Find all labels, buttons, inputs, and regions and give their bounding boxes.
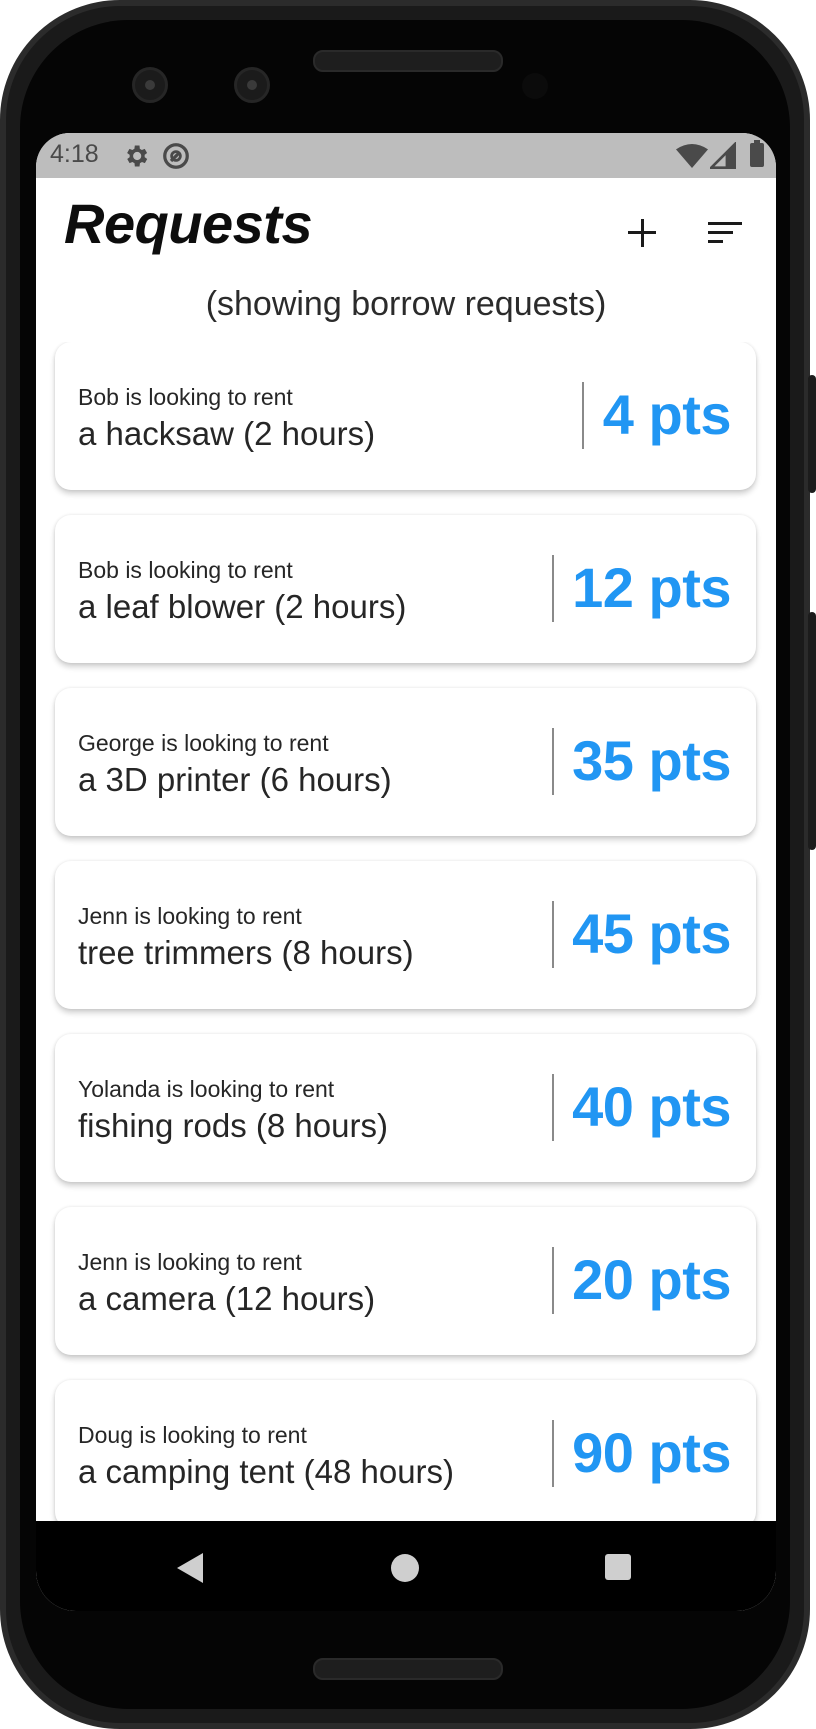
sort-icon-line xyxy=(708,240,723,243)
card-divider xyxy=(582,382,584,449)
request-card[interactable]: Jenn is looking to rent tree trimmers (8 … xyxy=(55,861,756,1009)
request-card[interactable]: Jenn is looking to rent a camera (12 hour… xyxy=(55,1207,756,1355)
card-divider xyxy=(552,1074,554,1141)
nav-recent-apps-icon[interactable] xyxy=(605,1554,631,1580)
add-request-button[interactable] xyxy=(620,211,664,255)
request-card[interactable]: Bob is looking to rent a hacksaw (2 hours… xyxy=(55,342,756,490)
card-divider xyxy=(552,555,554,622)
front-camera-icon xyxy=(132,67,168,103)
request-points: 20 pts xyxy=(572,1248,731,1311)
settings-gear-icon xyxy=(122,139,150,177)
request-card[interactable]: George is looking to rent a 3D printer (6… xyxy=(55,688,756,836)
request-item: a 3D printer (6 hours) xyxy=(78,761,392,798)
request-item: a camping tent (48 hours) xyxy=(78,1453,455,1490)
request-item: fishing rods (8 hours) xyxy=(78,1107,388,1144)
cell-signal-icon xyxy=(708,139,736,177)
battery-icon xyxy=(750,140,764,167)
page-title: Requests xyxy=(64,192,313,255)
request-points: 90 pts xyxy=(572,1421,731,1484)
request-points: 45 pts xyxy=(572,902,731,965)
wifi-icon xyxy=(676,139,708,177)
request-requester: Doug is looking to rent xyxy=(78,1422,307,1448)
sync-icon xyxy=(161,139,191,178)
card-divider xyxy=(552,1247,554,1314)
request-requester: Jenn is looking to rent xyxy=(78,903,302,929)
request-requester: Jenn is looking to rent xyxy=(78,1249,302,1275)
request-card[interactable]: Bob is looking to rent a leaf blower (2 h… xyxy=(55,515,756,663)
card-divider xyxy=(552,1420,554,1487)
request-list[interactable]: Bob is looking to rent a hacksaw (2 hours… xyxy=(36,342,776,1611)
request-card[interactable]: Yolanda is looking to rent fishing rods (… xyxy=(55,1034,756,1182)
card-divider xyxy=(552,728,554,795)
proximity-sensor xyxy=(522,73,548,99)
sort-icon-line xyxy=(708,231,733,234)
request-item: a camera (12 hours) xyxy=(78,1280,376,1317)
card-divider xyxy=(552,901,554,968)
request-points: 4 pts xyxy=(602,383,732,446)
request-requester: Bob is looking to rent xyxy=(78,557,293,583)
list-subtitle: (showing borrow requests) xyxy=(205,285,607,323)
request-item: a hacksaw (2 hours) xyxy=(78,415,376,452)
plus-icon-stroke xyxy=(640,219,644,247)
request-requester: George is looking to rent xyxy=(78,730,329,756)
status-bar: 4:18 xyxy=(36,133,776,178)
screen: 4:18 Requests (showing borrow requests) … xyxy=(36,133,776,1611)
request-item: tree trimmers (8 hours) xyxy=(78,934,414,971)
sort-icon xyxy=(708,222,742,225)
power-button xyxy=(808,375,816,493)
request-card[interactable]: Doug is looking to rent a camping tent (4… xyxy=(55,1380,756,1528)
nav-home-icon[interactable] xyxy=(391,1554,419,1582)
request-requester: Yolanda is looking to rent xyxy=(78,1076,335,1102)
front-camera-icon xyxy=(234,67,270,103)
earpiece-speaker xyxy=(313,50,503,72)
request-points: 40 pts xyxy=(572,1075,731,1138)
request-requester: Bob is looking to rent xyxy=(78,384,293,410)
request-item: a leaf blower (2 hours) xyxy=(78,588,407,625)
sort-button[interactable] xyxy=(704,215,748,251)
bottom-speaker xyxy=(313,1658,503,1680)
volume-button xyxy=(808,612,816,850)
request-points: 12 pts xyxy=(572,556,731,619)
nav-back-icon[interactable] xyxy=(177,1553,203,1583)
request-points: 35 pts xyxy=(572,729,731,792)
status-time: 4:18 xyxy=(50,140,99,168)
system-nav-bar xyxy=(36,1521,776,1611)
